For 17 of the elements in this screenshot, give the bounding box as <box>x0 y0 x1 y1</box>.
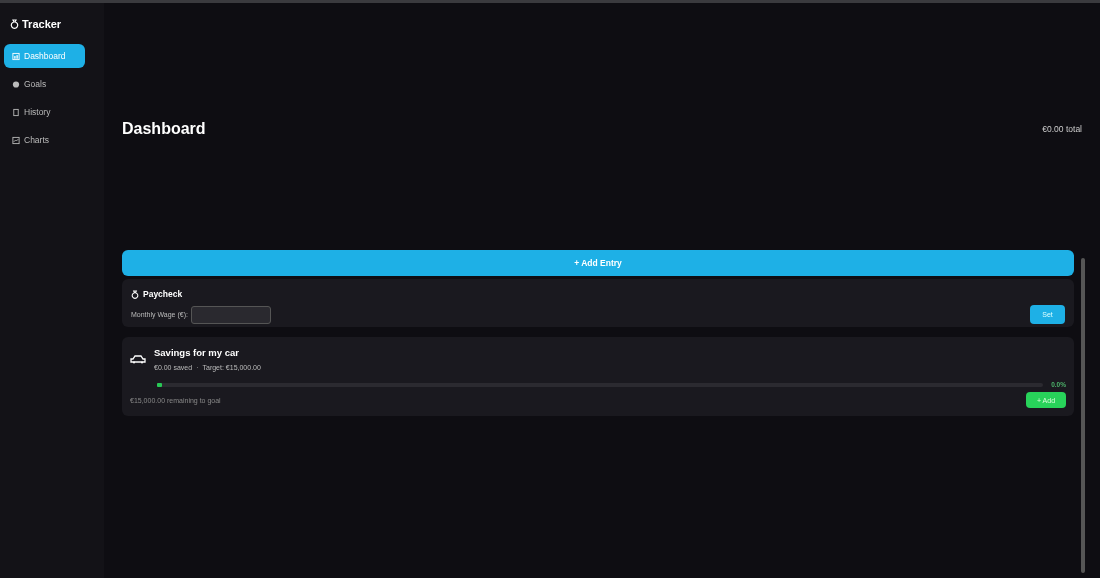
app-title: Tracker <box>22 18 62 30</box>
goal-title: Savings for my car <box>154 347 240 358</box>
document-icon <box>12 107 20 117</box>
chart-icon <box>12 135 20 145</box>
page-title: Dashboard <box>122 120 206 138</box>
sidebar-item[interactable]: Goals <box>4 72 85 96</box>
total-amount: €0.00 total <box>1042 124 1082 134</box>
sidebar-item[interactable]: History <box>4 100 85 124</box>
card-title: Paycheck <box>143 289 183 299</box>
circle-icon <box>12 79 20 89</box>
chart-icon <box>12 51 20 61</box>
wage-input-field[interactable] <box>190 305 271 324</box>
car-icon <box>130 354 146 364</box>
add-entry-button[interactable]: + Add Entry <box>122 250 1074 276</box>
sidebar-item[interactable]: Dashboard <box>4 44 85 68</box>
sidebar-item[interactable]: Charts <box>4 128 85 152</box>
scrollbar[interactable] <box>1081 258 1085 573</box>
